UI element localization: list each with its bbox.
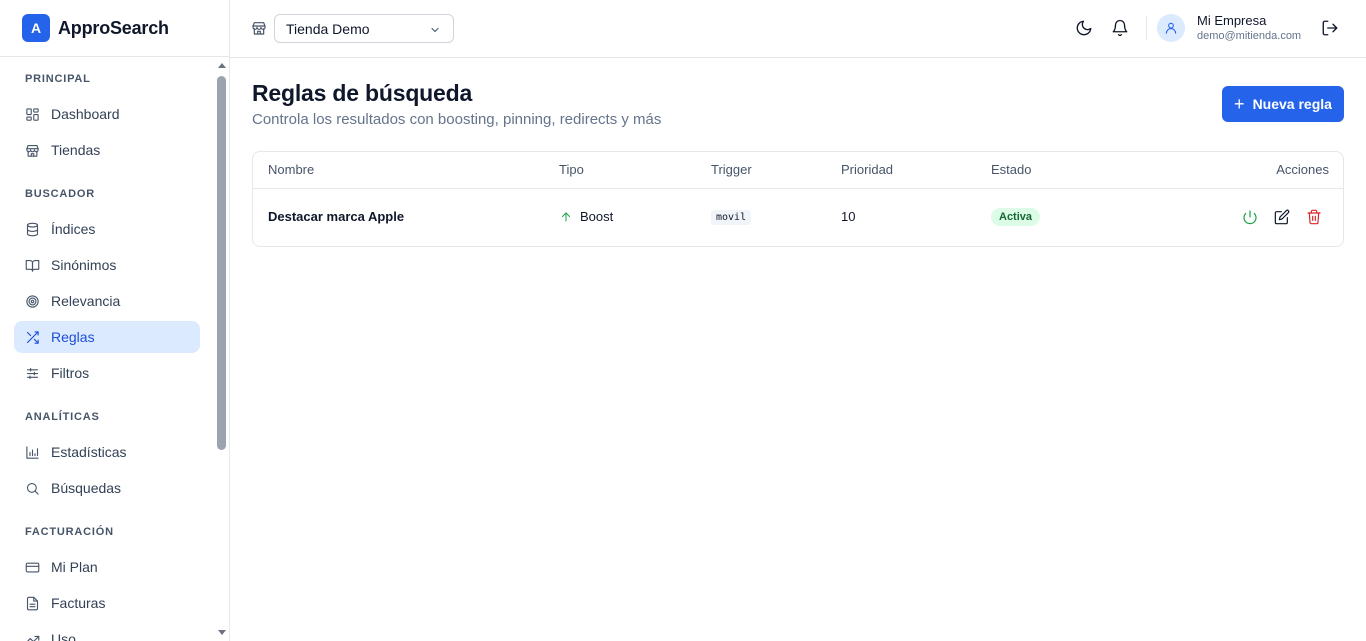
sidebar-item-indices[interactable]: Índices — [14, 213, 200, 245]
user-name: Mi Empresa — [1197, 13, 1267, 28]
sidebar-nav: PRINCIPAL Dashboard Tiendas BUSCADOR Índ… — [0, 58, 214, 641]
database-icon — [26, 222, 39, 236]
avatar[interactable] — [1157, 14, 1185, 42]
rules-table: Nombre Tipo Trigger Prioridad Estado Acc… — [252, 151, 1344, 247]
logout-icon[interactable] — [1321, 19, 1339, 37]
bell-icon[interactable] — [1111, 19, 1129, 37]
table-row: Destacar marca Apple Boost movil 10 Acti… — [253, 189, 1343, 246]
sidebar-item-uso[interactable]: Uso — [14, 623, 200, 641]
sidebar-item-label: Filtros — [51, 365, 90, 381]
user-email: demo@mitienda.com — [1197, 30, 1302, 42]
credit-card-icon — [25, 562, 40, 572]
sidebar-item-label: Tiendas — [51, 142, 101, 158]
book-open-icon — [25, 259, 40, 272]
sidebar-item-label: Índices — [51, 221, 96, 237]
status-badge: Activa — [991, 208, 1041, 226]
main-content: Reglas de búsqueda Controla los resultad… — [230, 58, 1366, 641]
arrow-up-icon — [562, 212, 570, 221]
user-icon — [1165, 22, 1177, 34]
section-title-principal: PRINCIPAL — [25, 73, 91, 85]
store-select[interactable]: Tienda Demo — [274, 14, 454, 43]
rule-name: Destacar marca Apple — [268, 209, 405, 224]
sidebar-item-tiendas[interactable]: Tiendas — [14, 134, 200, 166]
scroll-up-arrow[interactable] — [218, 63, 226, 68]
trending-up-icon — [26, 635, 40, 641]
sliders-icon — [26, 367, 39, 379]
chevron-down-icon — [429, 23, 441, 39]
sidebar: A ApproSearch PRINCIPAL Dashboard Tienda… — [0, 0, 230, 641]
sidebar-item-label: Sinónimos — [51, 257, 117, 273]
page-subtitle: Controla los resultados con boosting, pi… — [252, 111, 662, 128]
brand[interactable]: A ApproSearch — [0, 0, 229, 57]
rule-priority: 10 — [841, 209, 856, 224]
sidebar-item-sinonimos[interactable]: Sinónimos — [14, 249, 200, 281]
header-divider — [1146, 16, 1147, 40]
page-title: Reglas de búsqueda — [252, 80, 473, 106]
sidebar-item-label: Uso — [51, 631, 76, 641]
sidebar-item-estadisticas[interactable]: Estadísticas — [14, 436, 200, 468]
sidebar-item-label: Reglas — [51, 329, 95, 345]
column-header-nombre: Nombre — [268, 162, 315, 177]
sidebar-item-label: Mi Plan — [51, 559, 98, 575]
section-title-buscador: BUSCADOR — [25, 188, 95, 200]
sidebar-item-label: Facturas — [51, 595, 106, 611]
plus-icon: + — [1234, 94, 1245, 114]
top-header: Tienda Demo Mi Empresa demo@mitienda.com — [230, 0, 1366, 58]
file-text-icon — [26, 596, 39, 610]
sidebar-item-label: Estadísticas — [51, 444, 127, 460]
scroll-thumb[interactable] — [217, 76, 226, 450]
delete-icon[interactable] — [1306, 209, 1322, 225]
store-icon — [251, 20, 267, 36]
sidebar-item-label: Relevancia — [51, 293, 121, 309]
sidebar-item-dashboard[interactable]: Dashboard — [14, 98, 200, 130]
brand-logo: A — [22, 14, 50, 42]
column-header-acciones: Acciones — [1276, 162, 1329, 177]
sidebar-scrollbar[interactable] — [215, 58, 229, 641]
scroll-down-arrow[interactable] — [218, 630, 226, 635]
new-rule-button[interactable]: + Nueva regla — [1222, 86, 1344, 122]
sidebar-item-reglas[interactable]: Reglas — [14, 321, 200, 353]
column-header-tipo: Tipo — [559, 162, 584, 177]
edit-icon[interactable] — [1274, 209, 1290, 225]
sidebar-item-filtros[interactable]: Filtros — [14, 357, 200, 389]
rule-type: Boost — [560, 209, 613, 224]
sidebar-item-label: Dashboard — [51, 106, 120, 122]
sidebar-item-facturas[interactable]: Facturas — [14, 587, 200, 619]
table-header: Nombre Tipo Trigger Prioridad Estado Acc… — [253, 152, 1343, 189]
rule-type-label: Boost — [580, 209, 614, 224]
dark-mode-icon[interactable] — [1075, 19, 1093, 37]
rule-trigger: movil — [711, 210, 752, 225]
sidebar-item-mi-plan[interactable]: Mi Plan — [14, 551, 200, 583]
store-icon — [26, 144, 39, 157]
column-header-trigger: Trigger — [711, 162, 752, 177]
sidebar-item-label: Búsquedas — [51, 480, 122, 496]
new-rule-label: Nueva regla — [1252, 96, 1332, 112]
section-title-analiticas: ANALÍTICAS — [25, 411, 100, 423]
search-icon — [26, 482, 39, 495]
column-header-prioridad: Prioridad — [841, 162, 894, 177]
brand-name: ApproSearch — [58, 17, 169, 38]
sidebar-item-busquedas[interactable]: Búsquedas — [14, 472, 200, 504]
store-select-value: Tienda Demo — [286, 20, 370, 37]
dashboard-icon — [26, 107, 39, 121]
sidebar-item-relevancia[interactable]: Relevancia — [14, 285, 200, 317]
section-title-facturacion: FACTURACIÓN — [25, 526, 114, 538]
toggle-power-icon[interactable] — [1242, 209, 1258, 225]
target-icon — [26, 294, 39, 308]
bar-chart-icon — [26, 445, 39, 459]
shuffle-icon — [26, 330, 39, 344]
column-header-estado: Estado — [991, 162, 1032, 177]
